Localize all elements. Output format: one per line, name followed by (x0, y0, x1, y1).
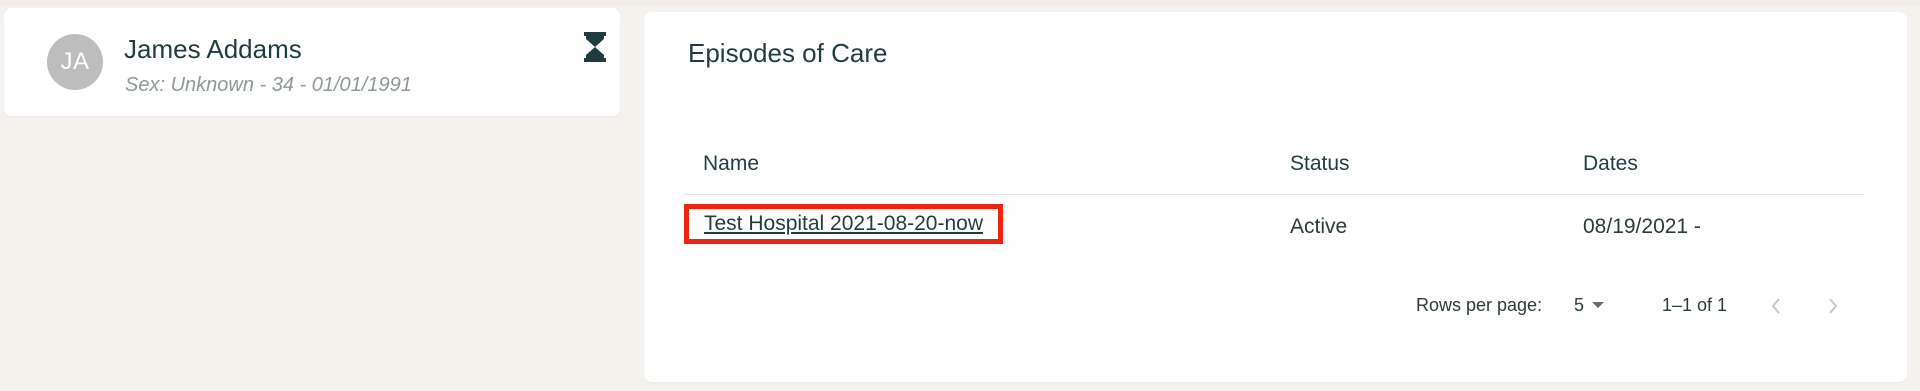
episode-status: Active (1290, 215, 1348, 238)
column-header-name[interactable]: Name (703, 152, 759, 176)
patient-card: JA James Addams Sex: Unknown - 34 - 01/0… (4, 8, 620, 116)
table-row: Test Hospital 2021-08-20-now Active 08/1… (684, 195, 1864, 257)
pagination-range: 1–1 of 1 (1662, 295, 1728, 315)
episode-link[interactable]: Test Hospital 2021-08-20-now (684, 204, 1003, 244)
rows-per-page-label: Rows per page: (1416, 295, 1543, 315)
pagination: Rows per page: 5 1–1 of 1 (644, 286, 1907, 326)
episodes-of-care-panel: Episodes of Care Name Status Dates Test … (644, 12, 1907, 382)
patient-demographics: Sex: Unknown - 34 - 01/01/1991 (125, 74, 412, 96)
avatar: JA (47, 34, 103, 90)
hourglass-icon[interactable] (584, 32, 606, 62)
top-strip (0, 0, 1920, 6)
next-page-button[interactable] (1819, 292, 1847, 320)
rows-per-page-select[interactable]: 5 (1574, 290, 1622, 320)
chevron-left-icon (1771, 298, 1780, 314)
column-header-status[interactable]: Status (1290, 152, 1350, 176)
panel-title: Episodes of Care (688, 38, 888, 68)
column-header-dates[interactable]: Dates (1583, 152, 1638, 176)
episode-dates: 08/19/2021 - (1583, 215, 1701, 238)
caret-down-icon (1592, 302, 1605, 308)
table-header: Name Status Dates (684, 132, 1864, 195)
patient-name: James Addams (124, 34, 302, 64)
previous-page-button[interactable] (1762, 292, 1790, 320)
chevron-right-icon (1829, 298, 1838, 314)
rows-per-page-value: 5 (1574, 294, 1585, 315)
